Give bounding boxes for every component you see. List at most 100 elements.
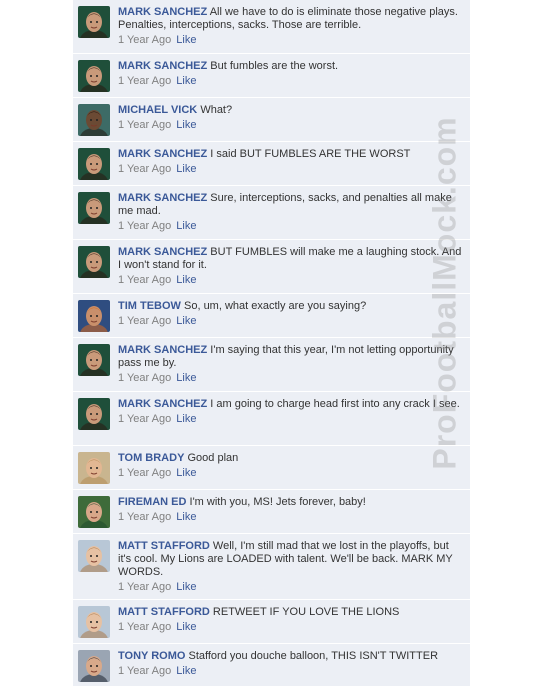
comment-meta: 1 Year Ago Like [118,511,464,524]
comment-body: MICHAEL VICK What? 1 Year Ago Like [118,104,464,132]
comment-meta: 1 Year Ago Like [118,315,464,328]
comment-timestamp: 1 Year Ago [118,372,172,384]
comment-timestamp: 1 Year Ago [118,621,172,633]
comment-item: TOM BRADY Good plan 1 Year Ago Like [73,446,470,490]
comment-text: Good plan [187,452,239,464]
comment-body: MARK SANCHEZ Sure, interceptions, sacks,… [118,192,464,233]
like-link[interactable]: Like [176,220,196,232]
comment-item: MARK SANCHEZ I am going to charge head f… [73,392,470,446]
commenter-name-link[interactable]: MARK SANCHEZ [118,398,207,410]
comment-meta: 1 Year Ago Like [118,34,464,47]
commenter-name-link[interactable]: MARK SANCHEZ [118,192,207,204]
comment-meta: 1 Year Ago Like [118,621,464,634]
mark-sanchez-avatar[interactable] [78,192,110,224]
commenter-name-link[interactable]: MARK SANCHEZ [118,246,207,258]
commenter-name-link[interactable]: MICHAEL VICK [118,104,197,116]
commenter-name-link[interactable]: FIREMAN ED [118,496,186,508]
comment-text: I am going to charge head first into any… [210,398,460,410]
tony-romo-avatar[interactable] [78,650,110,682]
comment-meta: 1 Year Ago Like [118,75,464,88]
comment-timestamp: 1 Year Ago [118,467,172,479]
like-link[interactable]: Like [176,413,196,425]
mark-sanchez-avatar[interactable] [78,6,110,38]
commenter-name-link[interactable]: MARK SANCHEZ [118,344,207,356]
comment-timestamp: 1 Year Ago [118,163,172,175]
comment-text: I said BUT FUMBLES ARE THE WORST [210,148,411,160]
comment-meta: 1 Year Ago Like [118,665,464,678]
comment-item: MICHAEL VICK What? 1 Year Ago Like [73,98,470,142]
comment-meta: 1 Year Ago Like [118,413,464,426]
comment-meta: 1 Year Ago Like [118,372,464,385]
like-link[interactable]: Like [176,274,196,286]
commenter-name-link[interactable]: TONY ROMO [118,650,185,662]
comment-text: Stafford you douche balloon, THIS ISN'T … [188,650,439,662]
comment-item: MATT STAFFORD RETWEET IF YOU LOVE THE LI… [73,600,470,644]
comment-item: TONY ROMO Stafford you douche balloon, T… [73,644,470,687]
comment-timestamp: 1 Year Ago [118,75,172,87]
comment-timestamp: 1 Year Ago [118,315,172,327]
comment-item: FIREMAN ED I'm with you, MS! Jets foreve… [73,490,470,534]
comment-item: MATT STAFFORD Well, I'm still mad that w… [73,534,470,600]
like-link[interactable]: Like [176,467,196,479]
commenter-name-link[interactable]: MATT STAFFORD [118,540,210,552]
mark-sanchez-avatar[interactable] [78,60,110,92]
like-link[interactable]: Like [176,75,196,87]
comment-text: RETWEET IF YOU LOVE THE LIONS [212,606,400,618]
mark-sanchez-avatar[interactable] [78,398,110,430]
commenter-name-link[interactable]: TOM BRADY [118,452,184,464]
commenter-name-link[interactable]: MARK SANCHEZ [118,6,207,18]
comment-item: MARK SANCHEZ BUT FUMBLES will make me a … [73,240,470,294]
like-link[interactable]: Like [176,511,196,523]
comment-body: MARK SANCHEZ All we have to do is elimin… [118,6,464,47]
comment-body: TOM BRADY Good plan 1 Year Ago Like [118,452,464,480]
comment-timestamp: 1 Year Ago [118,413,172,425]
commenter-name-link[interactable]: MATT STAFFORD [118,606,210,618]
comment-text: But fumbles are the worst. [210,60,339,72]
comment-timestamp: 1 Year Ago [118,119,172,131]
comment-body: MATT STAFFORD Well, I'm still mad that w… [118,540,464,594]
comment-body: MARK SANCHEZ But fumbles are the worst. 1… [118,60,464,88]
commenter-name-link[interactable]: TIM TEBOW [118,300,181,312]
comment-body: MARK SANCHEZ I am going to charge head f… [118,398,464,426]
commenter-name-link[interactable]: MARK SANCHEZ [118,148,207,160]
comment-timestamp: 1 Year Ago [118,220,172,232]
comment-body: TONY ROMO Stafford you douche balloon, T… [118,650,464,678]
like-link[interactable]: Like [176,163,196,175]
mark-sanchez-avatar[interactable] [78,246,110,278]
comment-meta: 1 Year Ago Like [118,581,464,594]
comment-item: MARK SANCHEZ Sure, interceptions, sacks,… [73,186,470,240]
matt-stafford-avatar[interactable] [78,540,110,572]
mark-sanchez-avatar[interactable] [78,344,110,376]
mark-sanchez-avatar[interactable] [78,148,110,180]
like-link[interactable]: Like [176,372,196,384]
comment-timestamp: 1 Year Ago [118,581,172,593]
comment-item: MARK SANCHEZ I'm saying that this year, … [73,338,470,392]
comment-feed: MARK SANCHEZ All we have to do is elimin… [73,0,470,687]
comment-timestamp: 1 Year Ago [118,665,172,677]
like-link[interactable]: Like [176,665,196,677]
comment-body: MATT STAFFORD RETWEET IF YOU LOVE THE LI… [118,606,464,634]
tom-brady-avatar[interactable] [78,452,110,484]
comment-meta: 1 Year Ago Like [118,163,464,176]
like-link[interactable]: Like [176,315,196,327]
like-link[interactable]: Like [176,621,196,633]
michael-vick-avatar[interactable] [78,104,110,136]
like-link[interactable]: Like [176,34,196,46]
commenter-name-link[interactable]: MARK SANCHEZ [118,60,207,72]
like-link[interactable]: Like [176,119,196,131]
fireman-ed-avatar[interactable] [78,496,110,528]
like-link[interactable]: Like [176,581,196,593]
comment-item: TIM TEBOW So, um, what exactly are you s… [73,294,470,338]
comment-item: MARK SANCHEZ I said BUT FUMBLES ARE THE … [73,142,470,186]
comment-body: TIM TEBOW So, um, what exactly are you s… [118,300,464,328]
matt-stafford-avatar[interactable] [78,606,110,638]
comment-timestamp: 1 Year Ago [118,511,172,523]
tim-tebow-avatar[interactable] [78,300,110,332]
comment-body: MARK SANCHEZ I'm saying that this year, … [118,344,464,385]
comment-item: MARK SANCHEZ All we have to do is elimin… [73,0,470,54]
comment-text: What? [200,104,233,116]
comment-meta: 1 Year Ago Like [118,274,464,287]
comment-meta: 1 Year Ago Like [118,220,464,233]
comment-meta: 1 Year Ago Like [118,119,464,132]
comment-item: MARK SANCHEZ But fumbles are the worst. 1… [73,54,470,98]
